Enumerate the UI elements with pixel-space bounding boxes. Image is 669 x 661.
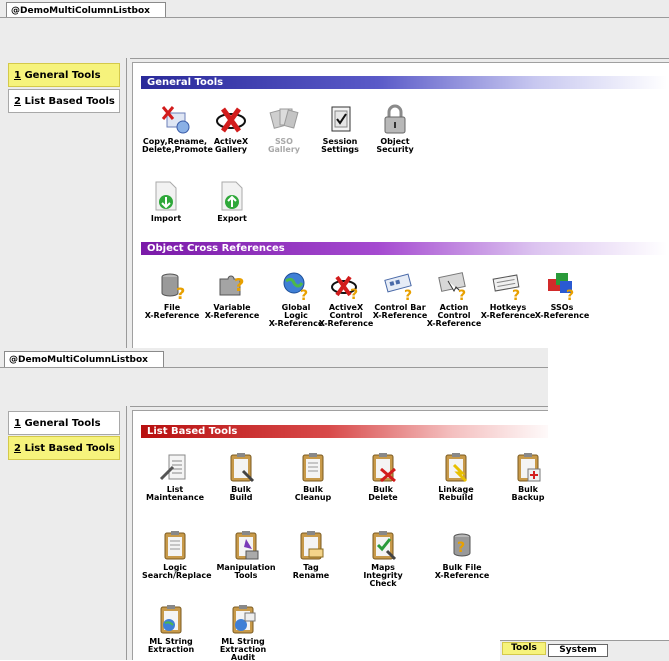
padlock-icon bbox=[379, 103, 411, 135]
manipulation-tools-icon bbox=[230, 529, 262, 561]
control-bar-xref-icon: ? bbox=[384, 269, 416, 304]
tool-bulk-cleanup[interactable]: Bulk Cleanup bbox=[280, 451, 346, 502]
list-maintenance-icon bbox=[159, 451, 191, 483]
tool-export[interactable]: Export bbox=[199, 180, 265, 223]
nav-list-based-tools[interactable]: 2 List Based Tools bbox=[8, 89, 120, 113]
file-xref-icon: ? bbox=[156, 269, 188, 303]
section-header-object-cross-references: Object Cross References bbox=[141, 242, 667, 255]
bulk-build-icon bbox=[225, 451, 257, 483]
tool-bulk-delete[interactable]: Bulk Delete bbox=[350, 451, 416, 502]
global-logic-xref-icon: ? bbox=[280, 269, 312, 304]
export-icon bbox=[216, 180, 248, 212]
bottom-tab-strip: Tools System bbox=[500, 640, 669, 661]
tab-system[interactable]: System bbox=[548, 644, 608, 657]
tool-list-maintenance[interactable]: List Maintenance bbox=[142, 451, 208, 502]
window-tab[interactable]: @DemoMultiColumnListbox bbox=[4, 351, 164, 367]
bulk-delete-icon bbox=[367, 451, 399, 483]
divider bbox=[126, 58, 127, 350]
activex-xref-icon: ? bbox=[330, 269, 362, 303]
svg-text:?: ? bbox=[404, 288, 412, 301]
session-settings-icon bbox=[324, 103, 356, 135]
activex-icon bbox=[215, 103, 247, 135]
svg-text:?: ? bbox=[234, 275, 244, 296]
maps-integrity-icon bbox=[367, 529, 399, 561]
svg-text:?: ? bbox=[457, 540, 465, 556]
section-header-list-based-tools: List Based Tools bbox=[141, 425, 548, 438]
nav-list-based-tools[interactable]: 2 List Based Tools bbox=[8, 436, 120, 460]
ssos-xref-icon: ? bbox=[546, 269, 578, 304]
tool-file-xref[interactable]: ? File X-Reference bbox=[139, 269, 205, 320]
tools-panel: General Tools Copy,Rename, Delete,Promot… bbox=[132, 62, 669, 350]
divider bbox=[0, 367, 548, 368]
variable-xref-icon: ? bbox=[216, 269, 248, 301]
tool-object-security[interactable]: Object Security bbox=[362, 103, 428, 154]
nav-pane: 1 General Tools 2 List Based Tools bbox=[0, 58, 130, 350]
tool-ssos-xref[interactable]: ? SSOs X-Reference bbox=[529, 269, 595, 320]
linkage-rebuild-icon bbox=[440, 451, 472, 483]
svg-text:?: ? bbox=[350, 287, 358, 301]
svg-text:?: ? bbox=[566, 288, 574, 301]
tool-bulk-build[interactable]: Bulk Build bbox=[208, 451, 274, 502]
sso-gallery-icon bbox=[268, 103, 300, 135]
ml-string-audit-icon bbox=[227, 603, 259, 635]
logic-search-icon bbox=[159, 529, 191, 561]
tool-tag-rename[interactable]: Tag Rename bbox=[278, 529, 344, 580]
tool-variable-xref[interactable]: ? Variable X-Reference bbox=[199, 269, 265, 320]
svg-text:?: ? bbox=[176, 284, 185, 301]
tool-bulk-file-xref[interactable]: ? Bulk File X-Reference bbox=[429, 529, 495, 580]
copy-rename-icon bbox=[159, 103, 191, 135]
bulk-backup-icon bbox=[512, 451, 544, 483]
svg-text:?: ? bbox=[300, 288, 308, 301]
tool-import[interactable]: Import bbox=[133, 180, 199, 223]
tool-maps-integrity-check[interactable]: Maps Integrity Check bbox=[350, 529, 416, 588]
tag-rename-icon bbox=[295, 529, 327, 561]
tool-logic-search-replace[interactable]: Logic Search/Replace bbox=[142, 529, 212, 580]
ml-string-extraction-icon bbox=[155, 603, 187, 635]
tool-ml-string-extraction-audit[interactable]: ML String Extraction Audit bbox=[210, 603, 276, 660]
svg-text:?: ? bbox=[512, 288, 520, 301]
nav-general-tools[interactable]: 1 General Tools bbox=[8, 411, 120, 435]
tool-manipulation-tools[interactable]: Manipulation Tools bbox=[213, 529, 279, 580]
tool-linkage-rebuild[interactable]: Linkage Rebuild bbox=[423, 451, 489, 502]
section-header-general-tools: General Tools bbox=[141, 76, 667, 89]
nav-pane: 1 General Tools 2 List Based Tools bbox=[0, 406, 130, 660]
action-control-xref-icon: ? bbox=[438, 269, 470, 304]
divider bbox=[126, 406, 127, 660]
window-bottom: @DemoMultiColumnListbox 1 General Tools … bbox=[0, 348, 548, 660]
tab-tools[interactable]: Tools bbox=[502, 642, 546, 655]
tool-bulk-backup[interactable]: Bulk Backup bbox=[495, 451, 548, 502]
window-tab[interactable]: @DemoMultiColumnListbox bbox=[6, 2, 166, 18]
svg-text:?: ? bbox=[458, 288, 466, 301]
bulk-file-xref-icon: ? bbox=[446, 529, 478, 561]
tool-ml-string-extraction[interactable]: ML String Extraction bbox=[138, 603, 204, 654]
hotkeys-xref-icon: ? bbox=[492, 269, 524, 304]
tools-panel: List Based Tools List Maintenance Bulk B… bbox=[132, 410, 548, 660]
window-top: @DemoMultiColumnListbox 1 General Tools … bbox=[0, 0, 669, 350]
divider bbox=[0, 17, 669, 18]
bulk-cleanup-icon bbox=[297, 451, 329, 483]
nav-general-tools[interactable]: 1 General Tools bbox=[8, 63, 120, 87]
import-icon bbox=[150, 180, 182, 212]
